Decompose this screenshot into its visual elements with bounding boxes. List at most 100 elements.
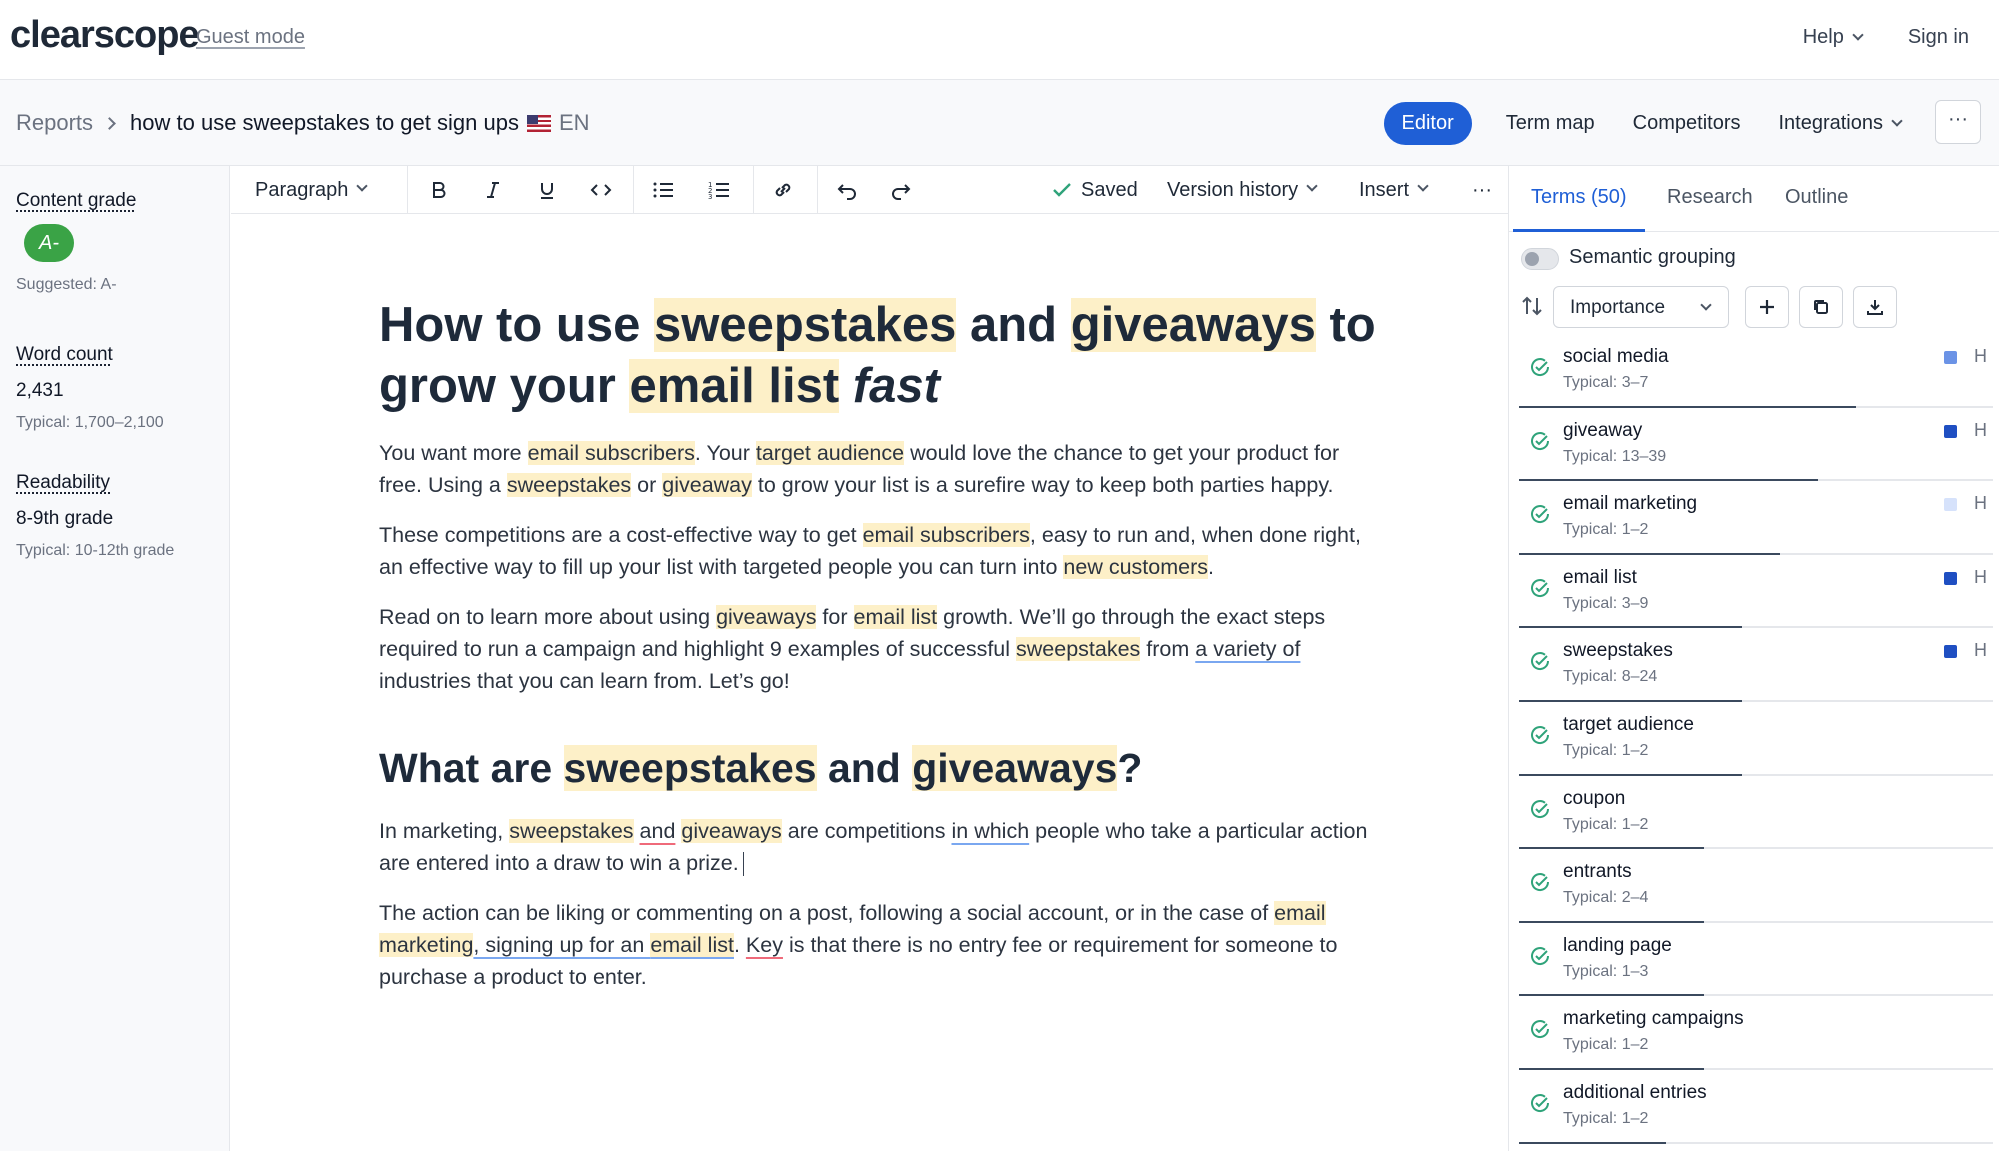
tab-term-map[interactable]: Term map: [1506, 112, 1595, 135]
check-circle-icon: [1531, 505, 1550, 524]
term-progress-track: [1519, 405, 1993, 408]
section-heading[interactable]: What are sweepstakes and giveaways?: [379, 741, 1379, 795]
importance-indicator: [1944, 351, 1957, 364]
svg-text:3: 3: [708, 193, 712, 200]
highlighted-term: sweepstakes: [563, 745, 817, 791]
check-circle-icon: [1531, 652, 1550, 671]
download-terms-button[interactable]: [1853, 286, 1897, 328]
paragraph[interactable]: Read on to learn more about using giveaw…: [379, 601, 1379, 697]
tab-integrations[interactable]: Integrations: [1778, 112, 1903, 135]
bullet-list-button[interactable]: [641, 166, 685, 214]
paragraph[interactable]: The action can be liking or commenting o…: [379, 897, 1379, 993]
term-progress-fill: [1519, 773, 1742, 776]
tab-terms[interactable]: Terms (50): [1531, 186, 1627, 209]
paragraph-select[interactable]: Paragraph: [255, 166, 369, 214]
insert-menu[interactable]: Insert: [1359, 166, 1429, 214]
term-row[interactable]: target audience Typical: 1–2: [1519, 704, 1993, 778]
term-name: email list: [1563, 566, 1637, 588]
term-progress-track: [1519, 1067, 1993, 1070]
add-term-button[interactable]: [1745, 286, 1789, 328]
term-typical: Typical: 1–2: [1563, 741, 1649, 759]
underline-button[interactable]: [527, 166, 567, 214]
toolbar-divider: [407, 166, 408, 214]
term-progress-track: [1519, 699, 1993, 702]
chevron-down-icon: [1852, 29, 1864, 41]
term-row[interactable]: marketing campaigns Typical: 1–2: [1519, 998, 1993, 1072]
term-progress-fill: [1519, 626, 1742, 629]
check-circle-icon: [1531, 726, 1550, 744]
term-row[interactable]: social media Typical: 3–7 H: [1519, 336, 1993, 410]
highlighted-term: sweepstakes: [506, 473, 632, 497]
semantic-grouping-toggle[interactable]: [1521, 248, 1559, 270]
term-row[interactable]: giveaway Typical: 13–39 H: [1519, 410, 1993, 484]
paragraph[interactable]: You want more email subscribers. Your ta…: [379, 437, 1379, 501]
heading-flag: H: [1974, 419, 1987, 440]
text-run: You want more: [379, 441, 528, 465]
logo[interactable]: clearscope: [10, 14, 200, 57]
document[interactable]: How to use sweepstakes and giveaways to …: [379, 295, 1379, 993]
document-heading[interactable]: How to use sweepstakes and giveaways to …: [379, 295, 1379, 417]
editor-canvas[interactable]: How to use sweepstakes and giveaways to …: [231, 215, 1508, 1151]
term-row[interactable]: email list Typical: 3–9 H: [1519, 557, 1993, 631]
paragraph[interactable]: These competitions are a cost-effective …: [379, 519, 1379, 583]
text-run: These competitions are a cost-effective …: [379, 523, 863, 547]
text-run: The action can be liking or commenting o…: [379, 901, 1275, 925]
undo-button[interactable]: [825, 166, 869, 214]
redo-button[interactable]: [879, 166, 923, 214]
paragraph[interactable]: In marketing, sweepstakes and giveaways …: [379, 815, 1379, 879]
more-options-button[interactable]: ···: [1935, 100, 1981, 144]
text-run: ?: [1117, 745, 1143, 791]
bold-button[interactable]: [419, 166, 459, 214]
readability-label[interactable]: Readability: [16, 472, 174, 494]
help-menu[interactable]: Help: [1803, 26, 1864, 49]
text-run: .: [733, 933, 746, 957]
text-run: .: [1208, 555, 1214, 579]
toolbar-more-button[interactable]: ···: [1467, 166, 1497, 214]
term-row[interactable]: entrants Typical: 2–4: [1519, 851, 1993, 925]
sort-icon[interactable]: [1521, 294, 1543, 324]
term-name: entrants: [1563, 861, 1632, 883]
version-history-menu[interactable]: Version history: [1167, 166, 1318, 214]
term-name: marketing campaigns: [1563, 1008, 1744, 1030]
term-progress-fill: [1519, 920, 1704, 923]
link-icon: [775, 183, 791, 197]
term-typical: Typical: 8–24: [1563, 668, 1658, 686]
copy-terms-button[interactable]: [1799, 286, 1843, 328]
version-history-label: Version history: [1167, 178, 1299, 201]
guest-mode-link[interactable]: Guest mode: [196, 26, 305, 49]
term-name: target audience: [1563, 713, 1694, 735]
term-progress-fill: [1519, 405, 1856, 408]
left-sidebar: Content grade A- Suggested: A- Word coun…: [0, 166, 230, 1151]
sort-select[interactable]: Importance: [1553, 286, 1729, 328]
check-circle-icon: [1531, 873, 1550, 892]
breadcrumb-reports[interactable]: Reports: [16, 110, 93, 136]
word-count-label[interactable]: Word count: [16, 344, 164, 366]
term-row[interactable]: additional entries Typical: 1–2: [1519, 1072, 1993, 1146]
sign-in-link[interactable]: Sign in: [1908, 26, 1969, 49]
term-row[interactable]: coupon Typical: 1–2: [1519, 778, 1993, 852]
readability-typical: Typical: 10-12th grade: [16, 542, 175, 559]
italic-icon: [487, 182, 499, 198]
term-typical: Typical: 2–4: [1563, 889, 1649, 907]
toolbar-divider: [633, 166, 634, 214]
term-progress-track: [1519, 994, 1993, 997]
code-button[interactable]: [581, 166, 621, 214]
term-row[interactable]: landing page Typical: 1–3: [1519, 925, 1993, 999]
grade-badge: A-: [24, 224, 74, 262]
tab-research[interactable]: Research: [1667, 186, 1753, 209]
numbered-list-button[interactable]: 123: [697, 166, 741, 214]
term-row[interactable]: sweepstakes Typical: 8–24 H: [1519, 630, 1993, 704]
toolbar-divider: [753, 166, 754, 214]
term-progress-fill: [1519, 994, 1704, 997]
term-progress-fill: [1519, 699, 1742, 702]
content-grade-label[interactable]: Content grade: [16, 190, 136, 212]
heading-flag: H: [1974, 640, 1987, 661]
tab-competitors[interactable]: Competitors: [1633, 112, 1741, 135]
language-code: EN: [558, 110, 590, 135]
text-run: and: [816, 745, 913, 791]
italic-button[interactable]: [473, 166, 513, 214]
tab-outline[interactable]: Outline: [1785, 186, 1848, 209]
link-button[interactable]: [761, 166, 805, 214]
tab-editor[interactable]: Editor: [1383, 102, 1472, 145]
term-row[interactable]: email marketing Typical: 1–2 H: [1519, 483, 1993, 557]
